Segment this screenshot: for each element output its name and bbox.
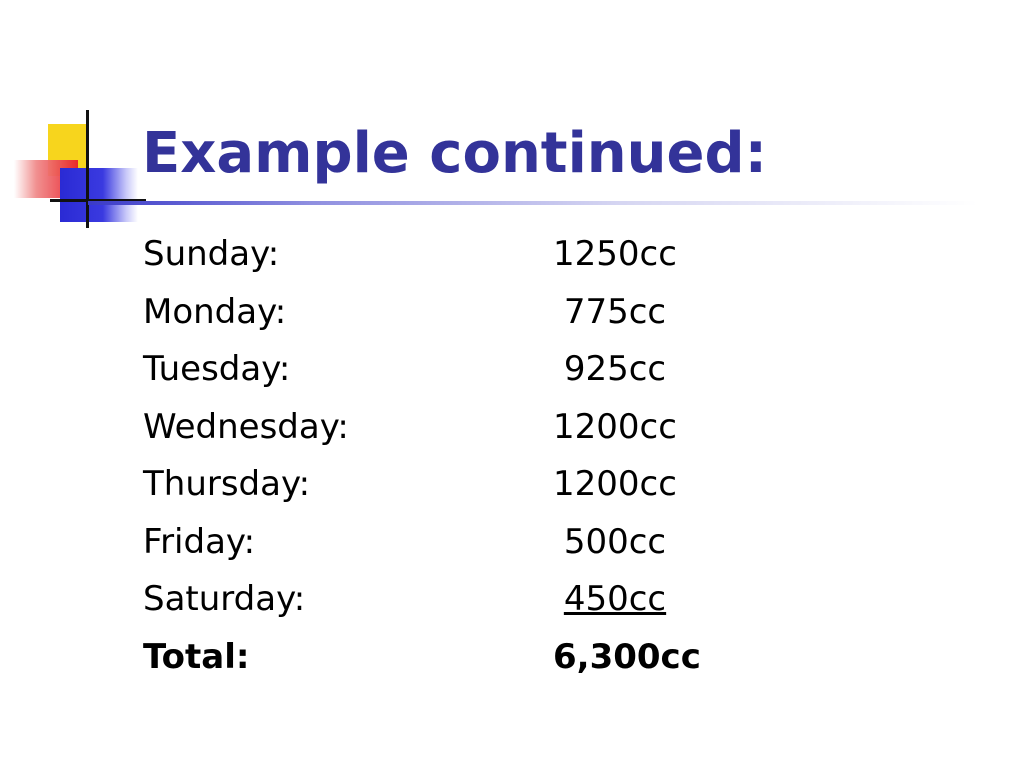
list-item: Monday: 775cc [143,292,763,350]
day-label: Friday: [143,521,256,562]
amount-value: 925cc [563,349,667,389]
daily-amounts-list: Sunday: 1250cc Monday: 775cc Tuesday: 92… [143,234,763,694]
day-label: Sunday: [143,234,280,274]
amount-value: 500cc [563,521,667,562]
total-amount: 6,300cc [553,636,701,677]
slide: Example continued: Sunday: 1250cc Monday… [0,0,1024,768]
vertical-line-decoration [86,110,89,228]
list-item: Friday: 500cc [143,522,763,580]
list-item: Thursday: 1200cc [143,464,763,522]
list-item: Wednesday: 1200cc [143,407,763,465]
title-underline-rule [88,201,978,205]
amount-value: 775cc [563,291,667,332]
blue-square-decoration [60,168,138,222]
list-item: Tuesday: 925cc [143,349,763,407]
amount-value: 1200cc [553,406,677,447]
day-label: Wednesday: [143,406,349,447]
total-label: Total: [143,636,250,677]
list-item: Saturday: 450cc [143,579,763,637]
day-label: Thursday: [143,464,311,504]
day-label: Tuesday: [143,349,291,389]
day-label: Monday: [143,291,287,332]
slide-title: Example continued: [142,121,767,186]
amount-value: 1200cc [553,464,677,504]
amount-value: 1250cc [553,234,677,274]
day-label: Saturday: [143,579,306,619]
total-row: Total: 6,300cc [143,637,763,695]
list-item: Sunday: 1250cc [143,234,763,292]
amount-value: 450cc [563,579,667,619]
